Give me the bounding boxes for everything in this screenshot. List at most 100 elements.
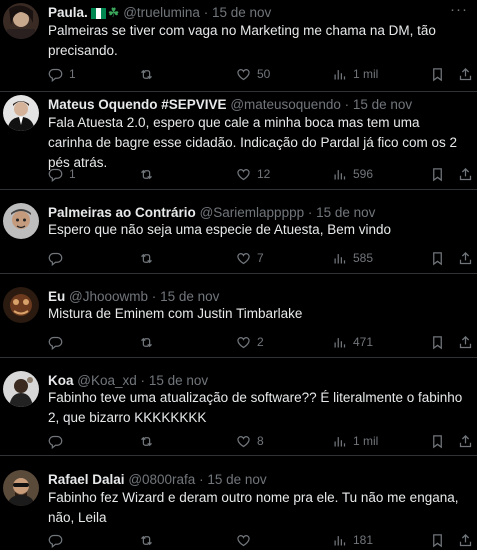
retweet-button[interactable] — [139, 164, 160, 184]
avatar[interactable] — [3, 287, 39, 323]
tweet-date[interactable]: 15 de nov — [149, 373, 208, 388]
reply-button[interactable] — [48, 530, 69, 550]
like-button[interactable]: 12 — [236, 164, 270, 184]
shamrock-icon: ☘ — [107, 5, 120, 20]
bookmark-button[interactable] — [430, 530, 445, 550]
author-handle[interactable]: @Koa_xd — [77, 373, 137, 388]
more-icon[interactable]: ··· — [449, 2, 469, 23]
views-count: 181 — [353, 533, 374, 547]
views-icon — [332, 167, 347, 182]
reply-button[interactable]: 1 — [48, 64, 76, 84]
bookmark-button[interactable] — [430, 248, 445, 268]
tweet-date[interactable]: 15 de nov — [160, 289, 219, 304]
reply-icon — [48, 167, 63, 182]
like-button[interactable]: 8 — [236, 431, 264, 451]
avatar[interactable] — [3, 3, 39, 39]
author-name[interactable]: Eu — [48, 289, 65, 304]
separator: · — [344, 97, 350, 112]
tweet[interactable]: Palmeiras ao Contrário @Sariemlappppp · … — [0, 190, 477, 274]
share-button[interactable] — [458, 332, 473, 352]
like-button[interactable] — [236, 530, 257, 550]
bookmark-icon — [430, 67, 445, 82]
author-handle[interactable]: @0800rafa — [128, 472, 195, 487]
reply-button[interactable]: 1 — [48, 164, 76, 184]
share-button[interactable] — [458, 248, 473, 268]
like-button[interactable]: 50 — [236, 64, 270, 84]
tweet-date[interactable]: 15 de nov — [353, 97, 412, 112]
tweet-date[interactable]: 15 de nov — [212, 5, 271, 20]
author-handle[interactable]: @Jhooowmb — [69, 289, 148, 304]
tweet[interactable]: Eu @Jhooowmb · 15 de nov Mistura de Emin… — [0, 274, 477, 358]
like-button[interactable]: 7 — [236, 248, 264, 268]
author-name[interactable]: Paula. — [48, 5, 88, 20]
views-count: 596 — [353, 167, 374, 181]
like-count: 7 — [257, 251, 264, 265]
bookmark-button[interactable] — [430, 164, 445, 184]
share-icon — [458, 167, 473, 182]
share-icon — [458, 67, 473, 82]
tweet[interactable]: Paula. ☘ @truelumina · 15 de nov ··· Palm… — [0, 0, 477, 92]
bookmark-button[interactable] — [430, 64, 445, 84]
bookmark-icon — [430, 335, 445, 350]
like-count: 2 — [257, 335, 264, 349]
author-name[interactable]: Palmeiras ao Contrário — [48, 205, 196, 220]
bookmark-button[interactable] — [430, 332, 445, 352]
retweet-button[interactable] — [139, 64, 160, 84]
views-button[interactable]: 585 — [332, 248, 373, 268]
bookmark-icon — [430, 533, 445, 548]
tweet-date[interactable]: 15 de nov — [316, 205, 375, 220]
separator: · — [199, 472, 204, 487]
retweet-button[interactable] — [139, 431, 160, 451]
author-name[interactable]: Koa — [48, 373, 74, 388]
author-handle[interactable]: @mateusoquendo — [230, 97, 341, 112]
reply-count: 1 — [69, 167, 76, 181]
author-name[interactable]: Mateus Oquendo #SEPVIVE — [48, 97, 227, 112]
reply-button[interactable] — [48, 332, 69, 352]
views-button[interactable]: 181 — [332, 530, 373, 550]
avatar[interactable] — [3, 470, 39, 506]
share-icon — [458, 251, 473, 266]
views-icon — [332, 67, 347, 82]
tweet-text: Fabinho fez Wizard e deram outro nome pr… — [48, 490, 459, 525]
tweet[interactable]: Mateus Oquendo #SEPVIVE @mateusoquendo ·… — [0, 92, 477, 190]
reply-icon — [48, 251, 63, 266]
views-button[interactable]: 1 mil — [332, 431, 378, 451]
tweet[interactable]: Koa @Koa_xd · 15 de nov Fabinho teve uma… — [0, 358, 477, 456]
tweet-date[interactable]: 15 de nov — [207, 472, 266, 487]
share-button[interactable] — [458, 164, 473, 184]
reply-button[interactable] — [48, 248, 69, 268]
author-handle[interactable]: @truelumina — [123, 5, 200, 20]
tweet[interactable]: Rafael Dalai @0800rafa · 15 de nov Fabin… — [0, 456, 477, 550]
avatar[interactable] — [3, 95, 39, 131]
retweet-icon — [139, 67, 154, 82]
bookmark-button[interactable] — [430, 431, 445, 451]
avatar[interactable] — [3, 203, 39, 239]
share-button[interactable] — [458, 64, 473, 84]
retweet-button[interactable] — [139, 248, 160, 268]
reply-icon — [48, 67, 63, 82]
avatar[interactable] — [3, 371, 39, 407]
bookmark-icon — [430, 251, 445, 266]
like-button[interactable]: 2 — [236, 332, 264, 352]
tweet-header: Rafael Dalai @0800rafa · 15 de nov — [48, 471, 447, 489]
tweet-actions: 1 50 1 mil — [48, 64, 472, 84]
like-count: 12 — [257, 167, 271, 181]
like-icon — [236, 434, 251, 449]
like-count: 8 — [257, 434, 264, 448]
share-button[interactable] — [458, 431, 473, 451]
author-handle[interactable]: @Sariemlappppp — [200, 205, 305, 220]
views-button[interactable]: 596 — [332, 164, 373, 184]
views-icon — [332, 335, 347, 350]
retweet-button[interactable] — [139, 332, 160, 352]
views-count: 585 — [353, 251, 374, 265]
views-button[interactable]: 471 — [332, 332, 373, 352]
tweet-header: Paula. ☘ @truelumina · 15 de nov — [48, 4, 447, 22]
retweet-icon — [139, 251, 154, 266]
author-name[interactable]: Rafael Dalai — [48, 472, 125, 487]
share-button[interactable] — [458, 530, 473, 550]
views-button[interactable]: 1 mil — [332, 64, 378, 84]
separator: · — [307, 205, 313, 220]
reply-button[interactable] — [48, 431, 69, 451]
share-icon — [458, 335, 473, 350]
retweet-button[interactable] — [139, 530, 160, 550]
